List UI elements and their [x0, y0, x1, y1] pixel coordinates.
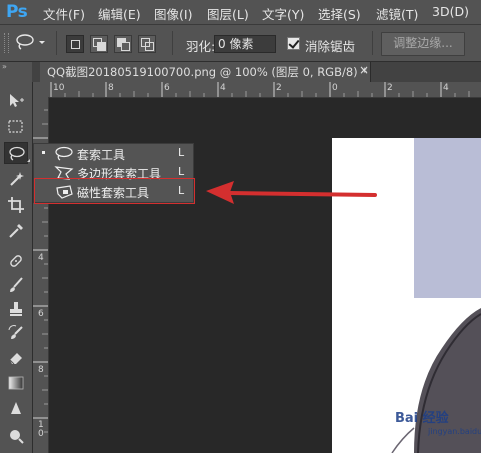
ruler-label: 2	[387, 83, 393, 93]
tools-panel: »	[0, 62, 33, 453]
subtract-selection-button[interactable]	[114, 35, 132, 53]
crop-tool[interactable]	[4, 194, 28, 216]
dodge-tool[interactable]	[4, 424, 28, 446]
brush-tool[interactable]	[4, 274, 28, 296]
menu-edit[interactable]: 编辑(E)	[98, 4, 141, 23]
magic-wand-icon	[10, 172, 24, 186]
menu-file[interactable]: 文件(F)	[43, 4, 85, 23]
add-selection-button[interactable]	[90, 35, 108, 53]
crop-icon	[8, 197, 24, 213]
magic-wand-tool[interactable]	[4, 168, 28, 190]
lasso-icon	[16, 34, 45, 50]
lasso-icon	[55, 146, 73, 161]
clone-stamp-tool[interactable]	[4, 298, 28, 320]
menu-image[interactable]: 图像(I)	[154, 4, 192, 23]
options-grip[interactable]	[4, 33, 9, 53]
ruler-label: 8	[38, 365, 44, 375]
ruler-ticks	[50, 82, 470, 97]
menu-type[interactable]: 文字(Y)	[262, 4, 304, 23]
flyout-item-lasso[interactable]: 套索工具 L	[34, 144, 193, 163]
selected-indicator	[42, 151, 45, 154]
shortcut-key: L	[178, 165, 185, 178]
annotation-arrow-icon	[206, 181, 377, 204]
watermark-logo: Bai 经验	[395, 407, 449, 426]
ruler-label: 6	[38, 309, 44, 319]
move-tool[interactable]	[4, 90, 28, 112]
menu-3d[interactable]: 3D(D)	[432, 4, 469, 19]
eraser-tool[interactable]	[4, 346, 28, 368]
menu-layer[interactable]: 图层(L)	[207, 4, 249, 23]
gradient-tool[interactable]	[4, 372, 28, 394]
ruler-label: 8	[108, 83, 114, 93]
dodge-icon	[10, 430, 24, 444]
healing-brush-icon	[10, 255, 22, 267]
ruler-label: 6	[164, 83, 170, 93]
history-brush-tool[interactable]	[4, 322, 28, 344]
history-brush-icon	[8, 325, 23, 339]
refine-edge-button[interactable]: 调整边缘...	[381, 32, 465, 56]
chevron-down-icon	[39, 41, 45, 44]
ruler-label: 4	[220, 83, 226, 93]
ruler-label: 10	[53, 83, 65, 93]
ruler-label: 2	[276, 83, 282, 93]
marquee-tool[interactable]	[4, 116, 28, 138]
flyout-label: 套索工具	[77, 148, 126, 162]
new-selection-button[interactable]	[66, 35, 84, 53]
gradient-icon	[8, 376, 24, 390]
watermark-text: Bai 经验	[395, 411, 449, 426]
ruler-label: 4	[443, 83, 449, 93]
feather-input[interactable]: 0 像素	[214, 35, 276, 53]
horizontal-ruler[interactable]	[38, 82, 481, 98]
healing-brush-tool[interactable]	[4, 250, 28, 272]
watermark-url: jingyan.baidu.com	[428, 427, 481, 436]
lasso-icon	[9, 146, 25, 161]
app-logo[interactable]: Ps	[6, 2, 28, 22]
brush-icon	[10, 277, 23, 292]
move-icon	[10, 94, 24, 107]
ruler-label: 1 0	[38, 420, 44, 439]
blur-tool[interactable]	[4, 398, 28, 420]
ruler-label: 4	[38, 253, 44, 263]
ruler-label: 0	[332, 83, 338, 93]
panel-collapse-icon[interactable]: »	[2, 63, 30, 71]
eyedropper-tool[interactable]	[4, 220, 28, 242]
menu-filter[interactable]: 滤镜(T)	[376, 4, 418, 23]
close-icon[interactable]: ×	[359, 63, 369, 77]
tool-group-indicator	[27, 159, 30, 162]
document-title: QQ截图20180519100700.png @ 100% (图层 0, RGB…	[47, 65, 368, 79]
clone-stamp-icon	[10, 302, 22, 316]
intersect-selection-button[interactable]	[138, 35, 156, 53]
menu-select[interactable]: 选择(S)	[318, 4, 361, 23]
marquee-icon	[8, 120, 23, 133]
antialias-label: 消除锯齿	[305, 39, 356, 54]
antialias-checkbox[interactable]	[287, 37, 300, 50]
separator	[372, 31, 373, 55]
blur-icon	[11, 402, 21, 414]
tool-preset-picker[interactable]	[14, 33, 46, 54]
separator	[172, 31, 173, 55]
annotation-highlight	[34, 178, 195, 204]
shortcut-key: L	[178, 146, 185, 159]
eraser-icon	[9, 353, 22, 365]
lasso-tool[interactable]	[4, 142, 28, 164]
feather-label: 羽化:	[186, 39, 216, 54]
separator	[56, 31, 57, 55]
eyedropper-icon	[9, 224, 23, 238]
new-selection-icon	[71, 40, 80, 49]
